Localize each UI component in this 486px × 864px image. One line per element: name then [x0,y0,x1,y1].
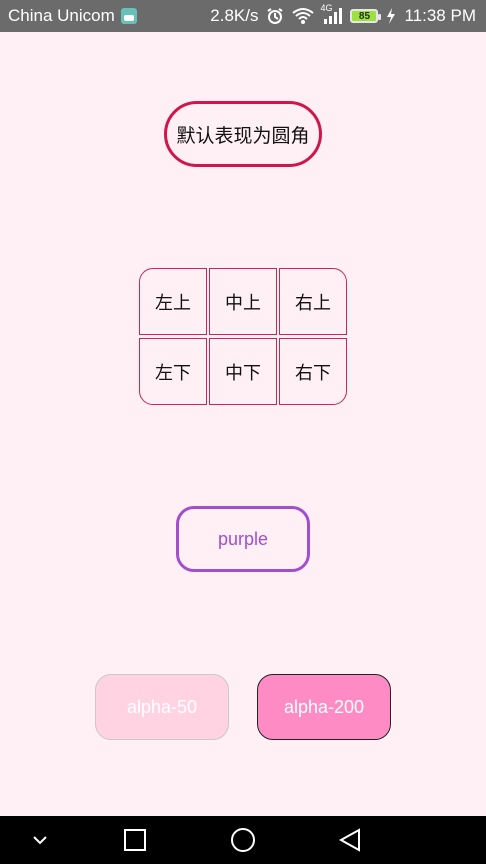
carrier-name: China Unicom [8,6,115,25]
android-notification-icon [120,8,137,24]
bottom-left-button[interactable]: 左下 [139,338,207,405]
clock: 11:38 PM [404,6,476,25]
bottom-center-button[interactable]: 中下 [209,338,277,405]
status-bar: China Unicom 2.8K/s 4G 85 11:38 PM [0,0,486,32]
alpha-50-button[interactable]: alpha-50 [95,674,229,740]
status-right-group: 2.8K/s 4G 85 11:38 PM [210,3,486,26]
top-right-button[interactable]: 右上 [279,268,347,335]
alarm-icon [266,7,284,25]
network-speed: 2.8K/s [210,6,259,25]
top-center-button[interactable]: 中上 [209,268,277,335]
collapse-icon[interactable] [20,816,60,864]
home-icon[interactable] [222,816,264,864]
purple-button[interactable]: purple [176,506,310,572]
battery-level: 85 [358,10,371,22]
charging-icon [386,7,396,25]
wifi-icon [292,7,315,25]
signal-icon: 4G [320,3,343,25]
rounded-default-button[interactable]: 默认表现为圆角 [164,101,322,167]
network-type: 4G [320,3,333,13]
back-icon[interactable] [330,816,370,864]
corner-grid: 左上 中上 右上 左下 中下 右下 [139,268,347,405]
navigation-bar [0,816,486,864]
bottom-right-button[interactable]: 右下 [279,338,347,405]
battery-icon: 85 [350,9,382,23]
top-left-button[interactable]: 左上 [139,268,207,335]
alpha-200-button[interactable]: alpha-200 [257,674,391,740]
recents-icon[interactable] [115,816,155,864]
